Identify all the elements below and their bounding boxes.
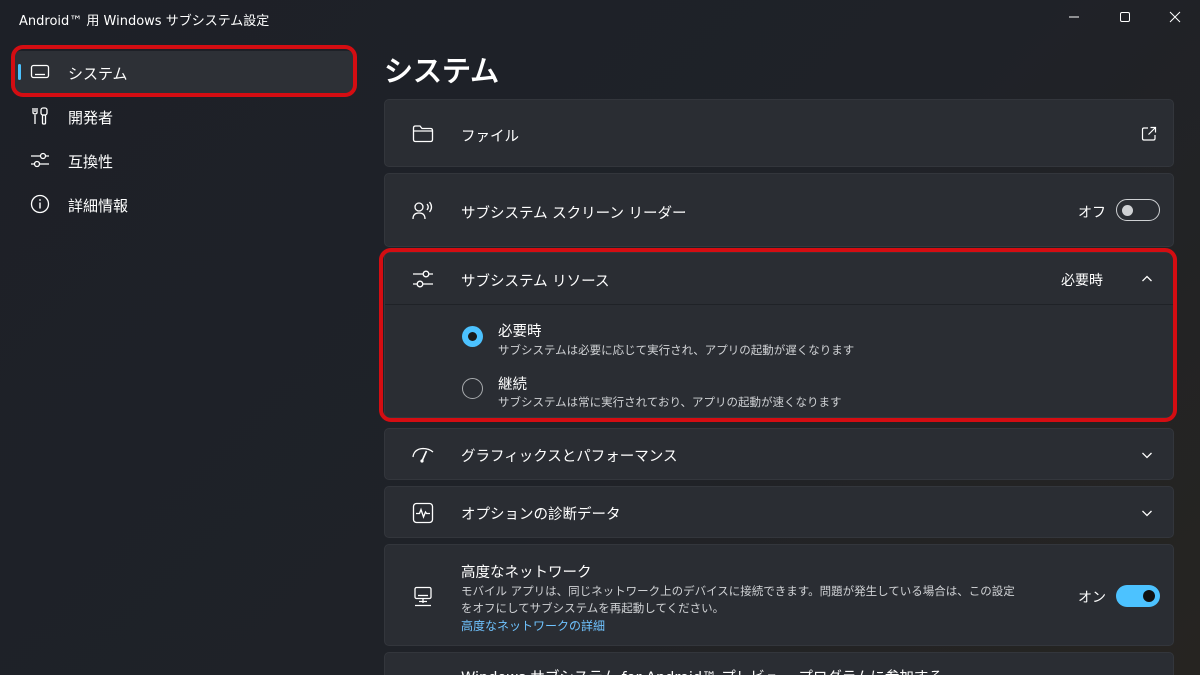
sidebar-item-compatibility[interactable]: 互換性 [14,139,354,181]
files-card[interactable]: ファイル [384,99,1174,167]
sidebar-item-label: 互換性 [68,153,114,171]
network-icon [414,586,432,607]
network-label: 高度なネットワーク [461,565,592,581]
chevron-down-icon [1142,452,1152,459]
diagnostics-card[interactable]: オプションの診断データ [384,486,1174,538]
activity-icon [412,502,434,524]
folder-icon [412,125,434,143]
highlight-box-system [11,45,357,97]
settings-window: Android™ 用 Windows サブシステム設定 システム 開発者 互換性… [0,0,1200,675]
graphics-label: グラフィックスとパフォーマンス [461,449,678,465]
minimize-button[interactable] [1051,0,1097,34]
sliders-icon [31,152,49,168]
tools-icon [32,107,48,125]
preview-label: Windows サブシステム for Android™ プレビュー プログラムに… [461,666,943,675]
minimize-icon [1069,16,1079,18]
preview-card[interactable]: Windows サブシステム for Android™ プレビュー プログラムに… [384,652,1174,675]
close-icon [1169,11,1181,23]
chevron-down-icon [1142,510,1152,517]
maximize-button[interactable] [1102,0,1148,34]
toggle-knob [1122,205,1133,216]
title-bar: Android™ 用 Windows サブシステム設定 [0,0,1200,36]
sidebar-item-about[interactable]: 詳細情報 [14,183,354,225]
screen-reader-state: オフ [1078,205,1106,221]
network-state: オン [1078,590,1106,606]
network-details-link[interactable]: 高度なネットワークの詳細 [461,617,605,634]
network-toggle[interactable] [1116,585,1160,607]
sidebar-item-label: 開発者 [68,109,114,127]
gauge-icon [412,447,434,463]
toggle-knob [1143,590,1155,602]
maximize-icon [1120,12,1130,22]
highlight-box-resources [379,248,1177,422]
screen-reader-toggle[interactable] [1116,199,1160,221]
screen-reader-card: サブシステム スクリーン リーダー オフ [384,173,1174,247]
screen-reader-icon [412,201,433,220]
network-card: 高度なネットワーク モバイル アプリは、同じネットワーク上のデバイスに接続できま… [384,544,1174,646]
close-button[interactable] [1152,0,1198,34]
sidebar-item-developer[interactable]: 開発者 [14,95,354,137]
sidebar-item-label: 詳細情報 [68,197,129,215]
screen-reader-label: サブシステム スクリーン リーダー [461,206,687,222]
network-description: モバイル アプリは、同じネットワーク上のデバイスに接続できます。問題が発生してい… [461,584,1015,615]
info-icon [30,194,50,214]
open-external-icon[interactable] [1141,126,1157,142]
page-title: システム [384,54,500,88]
window-title: Android™ 用 Windows サブシステム設定 [19,14,270,29]
graphics-card[interactable]: グラフィックスとパフォーマンス [384,428,1174,480]
files-label: ファイル [461,129,519,145]
diagnostics-label: オプションの診断データ [461,507,621,523]
